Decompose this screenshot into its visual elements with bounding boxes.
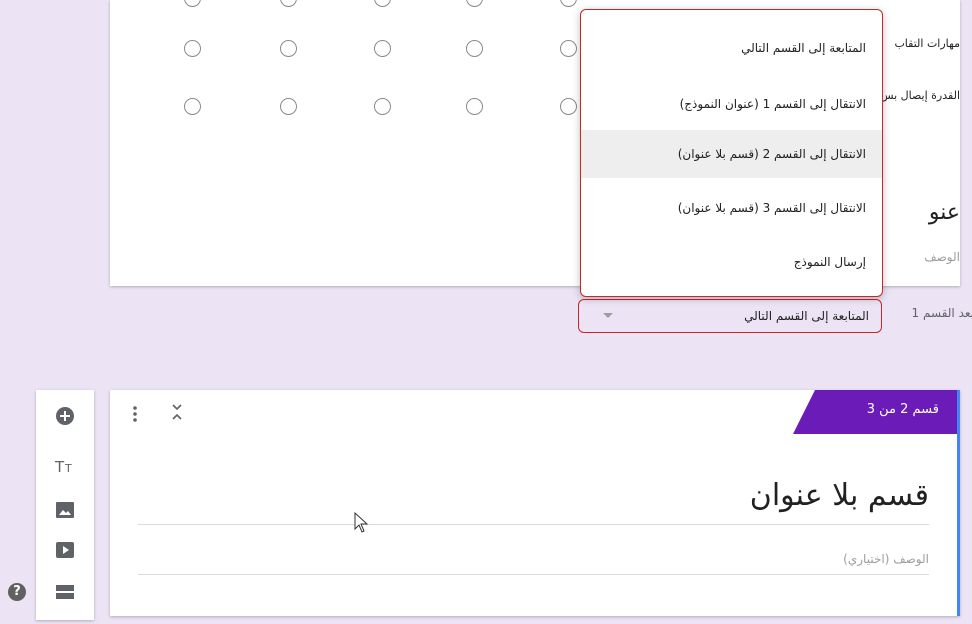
menu-item-submit-form[interactable]: إرسال النموذج <box>581 238 882 286</box>
section-indicator-tab: قسم 2 من 3 <box>793 390 957 434</box>
svg-text:T: T <box>54 458 65 476</box>
grid-radio-option[interactable] <box>466 40 483 57</box>
menu-item-go-section-1[interactable]: الانتقال إلى القسم 1 (عنوان النموذج) <box>581 80 882 128</box>
grid-radio-option[interactable] <box>560 40 577 57</box>
grid-radio-option[interactable] <box>280 40 297 57</box>
video-icon[interactable] <box>53 538 77 562</box>
svg-text:T: T <box>64 462 72 475</box>
grid-row-label-1: مهارات التقاب <box>894 38 960 50</box>
section-indicator-label: قسم 2 من 3 <box>866 402 939 417</box>
after-section-label: بعد القسم 1 <box>911 306 972 320</box>
collapse-section-icon[interactable] <box>170 402 184 422</box>
grid-radio-option[interactable] <box>374 40 391 57</box>
grid-radio-option[interactable] <box>184 0 201 7</box>
mouse-cursor-icon <box>354 511 370 534</box>
grid-radio-option[interactable] <box>374 98 391 115</box>
grid-radio-option[interactable] <box>466 98 483 115</box>
grid-row-label-2: القدرة إيصال بس <box>880 90 960 102</box>
more-options-icon[interactable] <box>130 404 140 424</box>
grid-radio-option[interactable] <box>280 0 297 7</box>
section-navigation-menu: المتابعة إلى القسم التالي الانتقال إلى ا… <box>580 9 883 297</box>
menu-item-go-section-2[interactable]: الانتقال إلى القسم 2 (قسم بلا عنوان) <box>581 130 882 178</box>
menu-item-go-section-3[interactable]: الانتقال إلى القسم 3 (قسم بلا عنوان) <box>581 184 882 232</box>
section-2-card[interactable]: قسم 2 من 3 قسم بلا عنوان الوصف (اختياري) <box>110 390 960 616</box>
grid-radio-option[interactable] <box>374 0 391 7</box>
menu-item-continue-next[interactable]: المتابعة إلى القسم التالي <box>581 24 882 72</box>
section-2-title[interactable]: قسم بلا عنوان <box>138 478 929 525</box>
after-section-dropdown[interactable]: المتابعة إلى القسم التالي <box>578 299 882 333</box>
grid-radio-option[interactable] <box>466 0 483 7</box>
dropdown-arrow-icon <box>603 313 613 318</box>
grid-radio-option[interactable] <box>560 98 577 115</box>
title-text-icon[interactable]: TT <box>53 454 77 478</box>
grid-radio-option[interactable] <box>280 98 297 115</box>
add-question-icon[interactable] <box>53 404 77 428</box>
after-section-selected-value: المتابعة إلى القسم التالي <box>744 309 869 323</box>
grid-radio-option[interactable] <box>184 40 201 57</box>
section-2-description[interactable]: الوصف (اختياري) <box>138 552 929 575</box>
grid-radio-option[interactable] <box>184 98 201 115</box>
section-icon[interactable] <box>53 580 77 604</box>
section-1-title[interactable]: عنو <box>870 200 960 230</box>
image-icon[interactable] <box>53 498 77 522</box>
grid-radio-option[interactable] <box>560 0 577 7</box>
help-icon[interactable]: ? <box>8 583 26 601</box>
floating-toolbar: TT <box>36 390 94 620</box>
